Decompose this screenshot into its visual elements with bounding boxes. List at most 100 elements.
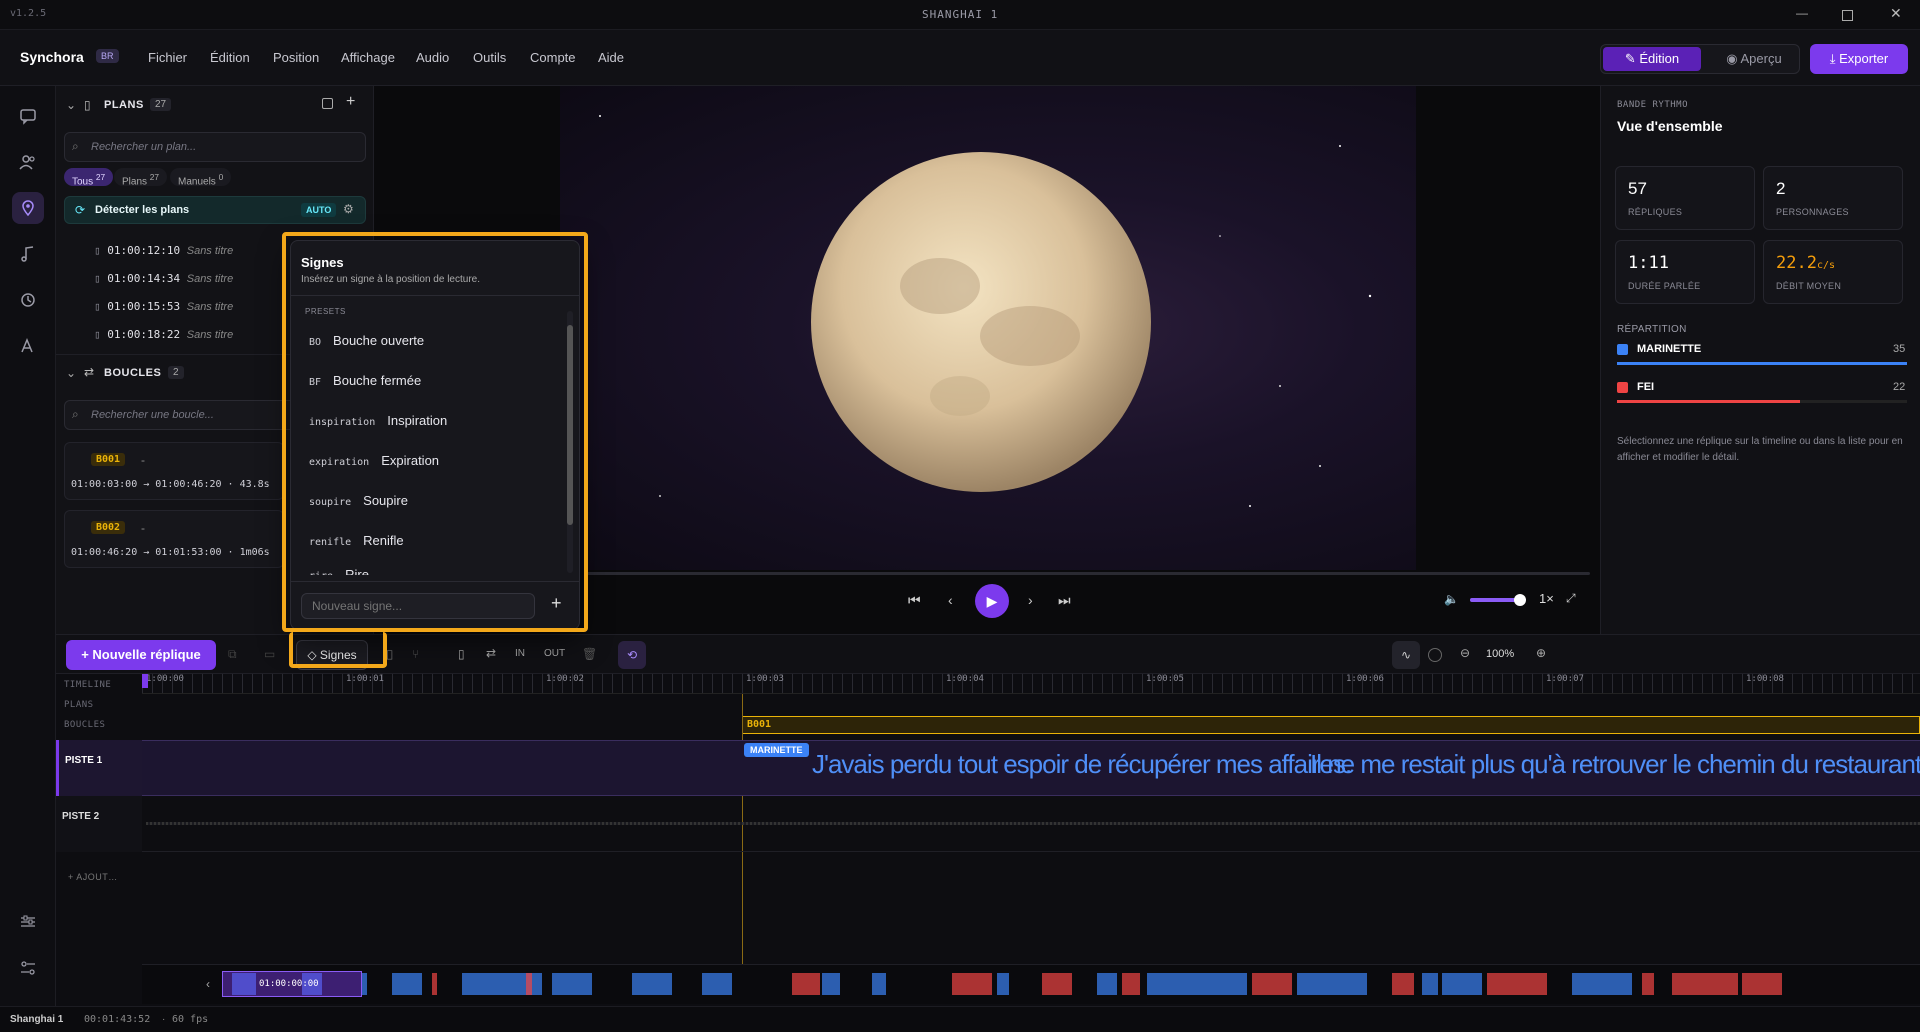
video-frame[interactable] <box>560 86 1416 570</box>
rythmo-line[interactable]: J'avais perdu tout espoir de récupérer m… <box>812 749 1352 780</box>
playback-progress[interactable] <box>584 572 1590 575</box>
speed-label[interactable]: 1× <box>1539 591 1554 606</box>
time-ruler[interactable]: 1:00:00 1:00:01 1:00:02 1:00:03 1:00:04 … <box>142 674 1920 694</box>
plan-item[interactable]: ▯ 01:00:14:34 Sans titre <box>94 272 233 285</box>
minimap-segment <box>1252 973 1292 995</box>
track-header-1[interactable]: PISTE 1 <box>56 740 142 796</box>
record-icon[interactable] <box>1428 648 1442 662</box>
plan-item[interactable]: ▯ 01:00:18:22 Sans titre <box>94 328 233 341</box>
chat-icon[interactable] <box>12 100 44 132</box>
filter-all-label: Tous <box>72 176 94 188</box>
project-name: Shanghai 1 <box>10 1014 64 1025</box>
trash-icon[interactable]: ▭ <box>264 647 275 661</box>
minimize-icon[interactable]: — <box>1796 6 1808 20</box>
minimap-viewport[interactable]: 01:00:00:00 <box>222 971 362 997</box>
marker-icon[interactable]: ▯ <box>458 647 465 661</box>
next-frame-icon[interactable]: › <box>1028 592 1033 608</box>
bookmark-icon: ▯ <box>84 98 91 112</box>
ruler-tick: 1:00:00 <box>146 674 184 684</box>
waveform-icon[interactable]: ∿ <box>1392 641 1420 669</box>
filter-all[interactable]: Tous 27 <box>64 168 114 188</box>
magnet-snap-icon[interactable]: ⟲ <box>618 641 646 669</box>
loop-region[interactable]: B001 <box>742 716 1920 734</box>
track-lane-1[interactable]: MARINETTE J'avais perdu tout espoir de r… <box>142 740 1920 796</box>
select-all-icon[interactable] <box>322 98 333 109</box>
mode-edit-button[interactable]: ✎ Édition <box>1603 47 1701 71</box>
mode-preview-button[interactable]: ◉ Aperçu <box>1711 47 1797 71</box>
loop-toggle-icon[interactable]: ⇄ <box>486 646 496 660</box>
sliders-icon[interactable] <box>12 906 44 938</box>
zoom-out-icon[interactable]: ⊖ <box>1460 646 1470 660</box>
plan-search-input[interactable]: Rechercher un plan... <box>64 132 366 162</box>
minimap-segment <box>1422 973 1438 995</box>
filter-plans[interactable]: Plans 27 <box>114 168 168 188</box>
highlight-signs-button-outline <box>289 632 387 668</box>
skip-start-icon[interactable]: ⏮ <box>908 592 921 609</box>
mode-preview-label: Aperçu <box>1740 51 1782 66</box>
skip-end-icon[interactable]: ⏭ <box>1058 592 1071 609</box>
minimap-segment <box>792 973 820 995</box>
minimap-segment <box>1297 973 1367 995</box>
menu-audio[interactable]: Audio <box>416 50 449 65</box>
loop-card[interactable]: B002 - 01:00:46:20 → 01:01:53:00 · 1m06s <box>64 510 284 568</box>
add-plan-icon[interactable]: + <box>346 93 355 111</box>
menu-fichier[interactable]: Fichier <box>148 50 187 65</box>
minimap-segment <box>432 973 437 995</box>
settings-icon[interactable] <box>12 952 44 984</box>
plan-item[interactable]: ▯ 01:00:12:10 Sans titre <box>94 244 233 257</box>
minimap-segment <box>1672 973 1738 995</box>
character-row[interactable]: MARINETTE 35 <box>1617 342 1907 372</box>
menu-affichage[interactable]: Affichage <box>341 50 395 65</box>
menu-edition[interactable]: Édition <box>210 50 250 65</box>
new-line-button[interactable]: + Nouvelle réplique <box>66 640 216 670</box>
text-style-icon[interactable] <box>12 330 44 362</box>
delete-icon[interactable]: 🗑 <box>582 647 597 661</box>
minimap-segment <box>1097 973 1117 995</box>
export-label: Exporter <box>1839 51 1889 66</box>
minimap-segment <box>872 973 886 995</box>
loop-card[interactable]: B001 - 01:00:03:00 → 01:00:46:20 · 43.8s <box>64 442 284 500</box>
character-row[interactable]: FEI 22 <box>1617 380 1907 410</box>
prev-frame-icon[interactable]: ‹ <box>948 592 953 608</box>
filter-plans-label: Plans <box>122 176 148 188</box>
in-button[interactable]: IN <box>515 648 525 659</box>
detect-plans-button[interactable]: ⟳ Détecter les plans AUTO ⚙ <box>64 196 366 224</box>
menu-position[interactable]: Position <box>273 50 319 65</box>
history-icon[interactable] <box>12 284 44 316</box>
zoom-in-icon[interactable]: ⊕ <box>1536 646 1546 660</box>
copy-icon[interactable]: ⧉ <box>228 647 237 662</box>
playhead[interactable] <box>142 674 148 688</box>
collapse-plans-icon[interactable]: ⌄ <box>66 98 76 112</box>
menu-outils[interactable]: Outils <box>473 50 506 65</box>
minimap[interactable]: ‹ 01:00:00:00 › <box>142 964 1920 1004</box>
volume-icon[interactable]: 🔈 <box>1444 592 1459 606</box>
merge-icon[interactable]: ⑂ <box>412 647 419 661</box>
maximize-icon[interactable] <box>1842 10 1853 21</box>
ruler-tick: 1:00:08 <box>1746 674 1784 684</box>
menu-compte[interactable]: Compte <box>530 50 576 65</box>
filter-manual[interactable]: Manuels 0 <box>170 168 232 187</box>
location-pin-icon[interactable] <box>12 192 44 224</box>
track-header-2[interactable]: PISTE 2 <box>56 796 142 852</box>
collapse-loops-icon[interactable]: ⌄ <box>66 366 76 380</box>
fullscreen-icon[interactable]: ⤢ <box>1566 591 1576 606</box>
plan-item[interactable]: ▯ 01:00:15:53 Sans titre <box>94 300 233 313</box>
music-note-icon[interactable] <box>12 238 44 270</box>
menu-aide[interactable]: Aide <box>598 50 624 65</box>
filter-settings-icon[interactable]: ⚙ <box>343 202 354 216</box>
zoom-select[interactable]: 100% <box>1486 648 1514 660</box>
ruler-tick: 1:00:04 <box>946 674 984 684</box>
export-button[interactable]: ⤓ Exporter <box>1810 44 1908 74</box>
out-button[interactable]: OUT <box>544 648 565 659</box>
rythmo-line[interactable]: Il ne me restait plus qu'à retrouver le … <box>1310 749 1920 780</box>
play-button[interactable]: ▶ <box>975 584 1009 618</box>
track-lane-2[interactable] <box>142 796 1920 852</box>
auto-badge: AUTO <box>301 203 337 217</box>
loop-icon: ⇄ <box>84 365 95 379</box>
volume-knob[interactable] <box>1514 594 1527 606</box>
minimap-prev-icon[interactable]: ‹ <box>206 977 210 991</box>
close-icon[interactable]: ✕ <box>1890 5 1902 22</box>
users-icon[interactable] <box>12 146 44 178</box>
add-track-button[interactable]: + AJOUT… <box>68 872 118 882</box>
line-character-tag[interactable]: MARINETTE <box>744 743 809 757</box>
